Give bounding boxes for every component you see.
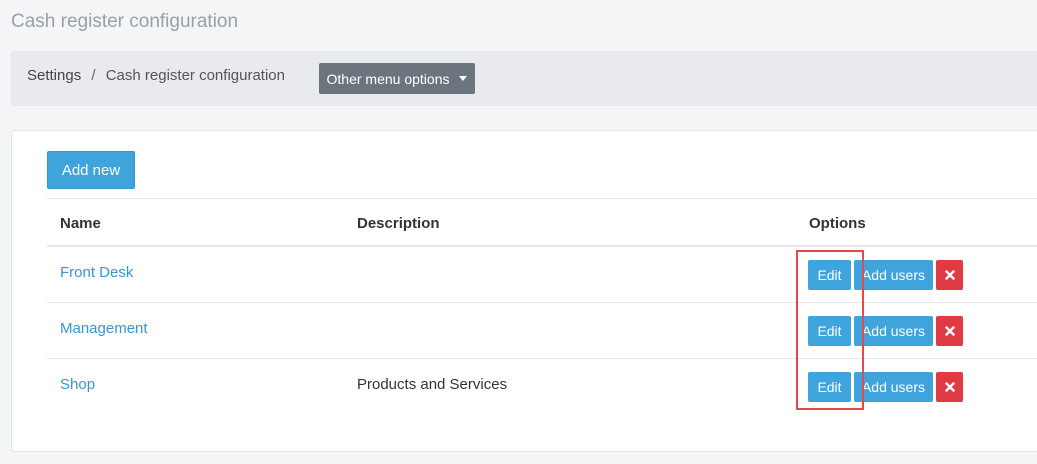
delete-button[interactable] — [936, 316, 963, 346]
table-row: Management Edit Add users — [47, 303, 1037, 359]
add-new-button[interactable]: Add new — [47, 151, 135, 189]
breadcrumb-settings[interactable]: Settings — [27, 67, 81, 84]
edit-button[interactable]: Edit — [808, 260, 851, 290]
register-description: Products and Services — [357, 376, 508, 393]
other-menu-options-button[interactable]: Other menu options — [319, 63, 475, 94]
delete-button[interactable] — [936, 260, 963, 290]
breadcrumb-separator: / — [91, 67, 96, 84]
add-users-button[interactable]: Add users — [854, 260, 933, 290]
content-card: Add new Name Description Options Front D… — [11, 130, 1037, 452]
add-users-button[interactable]: Add users — [854, 316, 933, 346]
table-row: Front Desk Edit Add users — [47, 247, 1037, 303]
caret-down-icon — [459, 76, 468, 81]
other-menu-options-label: Other menu options — [326, 70, 450, 87]
edit-button[interactable]: Edit — [808, 372, 851, 402]
register-name-link[interactable]: Shop — [60, 376, 95, 393]
edit-button[interactable]: Edit — [808, 316, 851, 346]
row-options: Edit Add users — [808, 260, 963, 290]
header-options: Options — [809, 215, 866, 232]
header-name: Name — [60, 215, 101, 232]
add-users-button[interactable]: Add users — [854, 372, 933, 402]
breadcrumb-current: Cash register configuration — [105, 67, 285, 84]
table-row: Shop Products and Services Edit Add user… — [47, 359, 1037, 415]
cash-register-table: Name Description Options Front Desk Edit… — [47, 198, 1037, 415]
header-description: Description — [357, 215, 440, 232]
page-title: Cash register configuration — [11, 11, 239, 32]
breadcrumb: Settings / Cash register configuration — [27, 67, 285, 84]
row-options: Edit Add users — [808, 316, 963, 346]
close-icon — [944, 326, 955, 336]
close-icon — [944, 270, 955, 280]
close-icon — [944, 382, 955, 392]
register-name-link[interactable]: Front Desk — [60, 264, 133, 281]
table-header: Name Description Options — [47, 198, 1037, 247]
row-options: Edit Add users — [808, 372, 963, 402]
delete-button[interactable] — [936, 372, 963, 402]
breadcrumb-bar: Settings / Cash register configuration O… — [11, 51, 1037, 106]
register-name-link[interactable]: Management — [60, 320, 148, 337]
